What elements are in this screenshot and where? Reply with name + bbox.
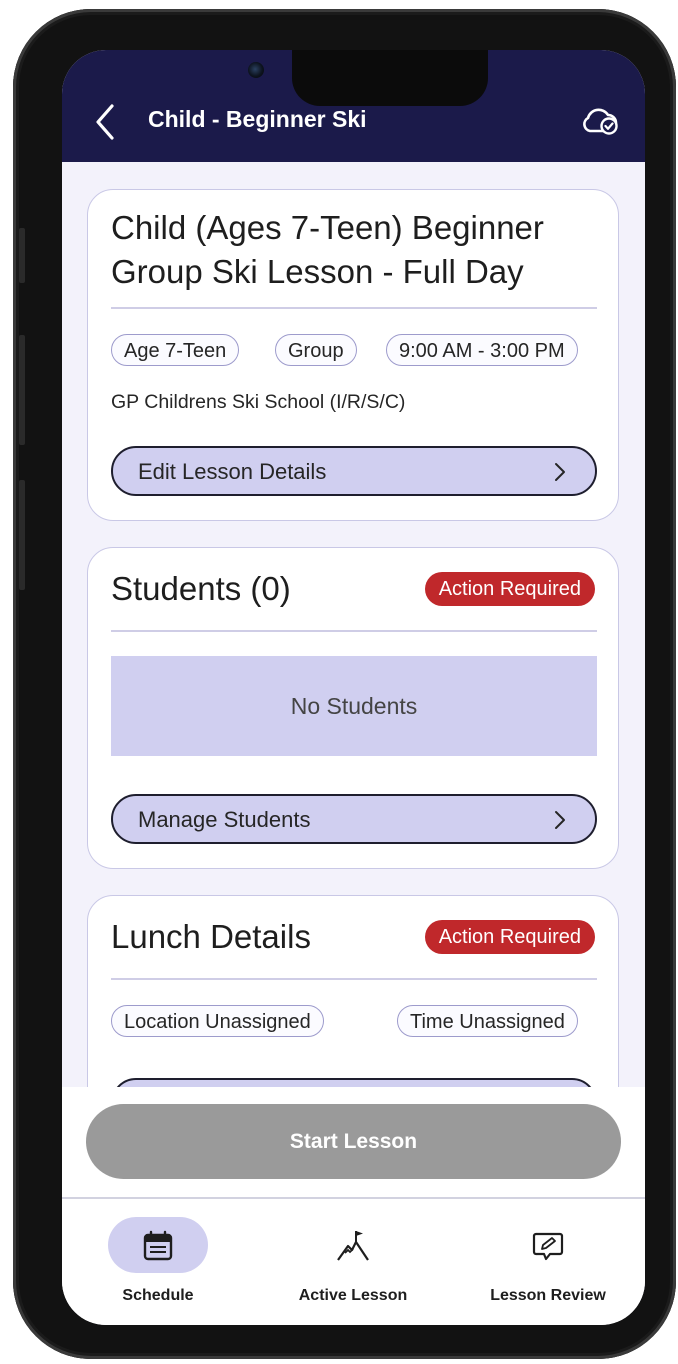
volume-up-button [19, 335, 25, 445]
lesson-content[interactable]: Child (Ages 7-Teen) Beginner Group Ski L… [62, 162, 645, 1087]
students-title: Students (0) [111, 570, 291, 607]
lesson-title-line-1: Child (Ages 7-Teen) Beginner [111, 209, 544, 246]
notch [292, 50, 488, 106]
nav-item-schedule[interactable]: Schedule [78, 1207, 238, 1317]
lunch-title: Lunch Details [111, 918, 311, 955]
start-lesson-button[interactable]: Start Lesson [86, 1104, 621, 1179]
ski-school-name: GP Childrens Ski School (I/R/S/C) [111, 391, 406, 413]
silent-switch [19, 228, 25, 283]
lunch-time-chip: Time Unassigned [397, 1005, 578, 1037]
divider [62, 1197, 645, 1199]
footer-bar: Start Lesson Schedule Active Lesson Less… [62, 1087, 645, 1325]
edit-lesson-details-label: Edit Lesson Details [138, 459, 327, 484]
no-students-placeholder: No Students [111, 656, 597, 756]
lesson-title-line-2: Group Ski Lesson - Full Day [111, 253, 524, 290]
lunch-details-button[interactable] [111, 1078, 597, 1087]
nav-label: Lesson Review [490, 1287, 606, 1304]
front-camera [248, 62, 264, 78]
volume-down-button [19, 480, 25, 590]
chevron-left-icon [96, 104, 114, 140]
nav-icon-wrap [518, 1217, 578, 1273]
page-title: Child - Beginner Ski [148, 106, 367, 132]
cloud-sync-button[interactable] [578, 104, 622, 138]
divider [111, 630, 597, 632]
chevron-right-icon [555, 811, 565, 829]
nav-icon-wrap [323, 1217, 383, 1273]
pencil-chat-icon [532, 1232, 564, 1261]
manage-students-button[interactable]: Manage Students [111, 794, 597, 844]
divider [111, 978, 597, 980]
lesson-details-card: Child (Ages 7-Teen) Beginner Group Ski L… [87, 189, 619, 521]
students-card: Students (0) Action Required No Students… [87, 547, 619, 869]
lunch-details-card: Lunch Details Action Required Location U… [87, 895, 619, 1087]
nav-active-indicator [108, 1217, 208, 1273]
time-chip: 9:00 AM - 3:00 PM [386, 334, 578, 366]
calendar-icon [143, 1230, 173, 1261]
location-chip: Location Unassigned [111, 1005, 324, 1037]
age-chip: Age 7-Teen [111, 334, 240, 366]
action-required-badge: Action Required [424, 572, 595, 606]
chevron-right-icon [555, 463, 565, 481]
action-required-badge: Action Required [424, 920, 595, 954]
mountain-flag-icon [337, 1231, 369, 1261]
group-chip: Group [275, 334, 357, 366]
nav-label: Schedule [122, 1287, 194, 1304]
cloud-sync-icon [583, 108, 618, 135]
edit-lesson-details-button[interactable]: Edit Lesson Details [111, 446, 597, 496]
manage-students-label: Manage Students [138, 807, 311, 832]
divider [111, 307, 597, 309]
phone-screen: Child - Beginner Ski Child (Ages 7-Teen)… [62, 50, 645, 1325]
back-button[interactable] [92, 102, 118, 142]
nav-item-active-lesson[interactable]: Active Lesson [273, 1207, 433, 1317]
nav-label: Active Lesson [298, 1287, 408, 1304]
nav-item-lesson-review[interactable]: Lesson Review [468, 1207, 628, 1317]
